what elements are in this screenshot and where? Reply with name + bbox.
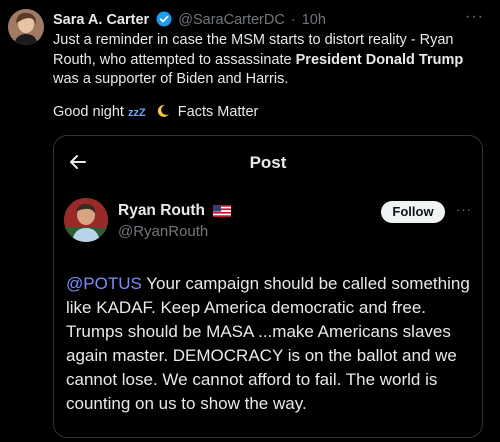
us-flag-icon — [213, 204, 232, 222]
more-options-icon[interactable]: ··· — [465, 8, 484, 26]
embed-author-name: Ryan Routh — [118, 202, 205, 219]
embed-author-avatar — [64, 198, 108, 242]
crescent-moon-icon — [156, 104, 170, 122]
tweet[interactable]: Sara A. Carter @SaraCarterDC · 10h ··· J… — [0, 0, 500, 442]
goodnight-text: Good night — [53, 104, 124, 120]
author-avatar[interactable] — [8, 9, 44, 45]
embed-author-handle: @RyanRouth — [118, 223, 209, 240]
embed-header: Post — [54, 136, 482, 188]
embed-more-options-icon: ··· — [456, 202, 472, 217]
embed-author-name-row: Ryan Routh — [118, 202, 232, 222]
embedded-post-screenshot[interactable]: Post Ryan Routh @RyanRouth Follow ··· @P… — [53, 135, 483, 438]
separator: · — [290, 12, 296, 28]
author-handle[interactable]: @SaraCarterDC — [178, 12, 285, 28]
embed-text-body: Your campaign should be called something… — [66, 274, 470, 413]
embed-title: Post — [249, 153, 287, 172]
embed-post-text: @POTUS Your campaign should be called so… — [66, 272, 476, 416]
zzz-sleep-icon: zzZ — [127, 107, 146, 119]
tweet-header: Sara A. Carter @SaraCarterDC · 10h — [53, 11, 326, 31]
author-name[interactable]: Sara A. Carter — [53, 12, 149, 28]
verified-badge-icon — [156, 11, 172, 31]
tweet-text-bold: President Donald Trump — [295, 51, 464, 68]
tweet-text-part2: was a supporter of Biden and Harris. — [53, 71, 289, 87]
follow-button: Follow — [381, 201, 445, 223]
tweet-text: Just a reminder in case the MSM starts t… — [53, 31, 483, 90]
facts-matter-text: Facts Matter — [177, 104, 259, 120]
embed-mention: @POTUS — [66, 274, 142, 293]
timestamp[interactable]: 10h — [302, 12, 326, 28]
tweet-signoff: Good night zzZ Facts Matter — [53, 104, 258, 122]
